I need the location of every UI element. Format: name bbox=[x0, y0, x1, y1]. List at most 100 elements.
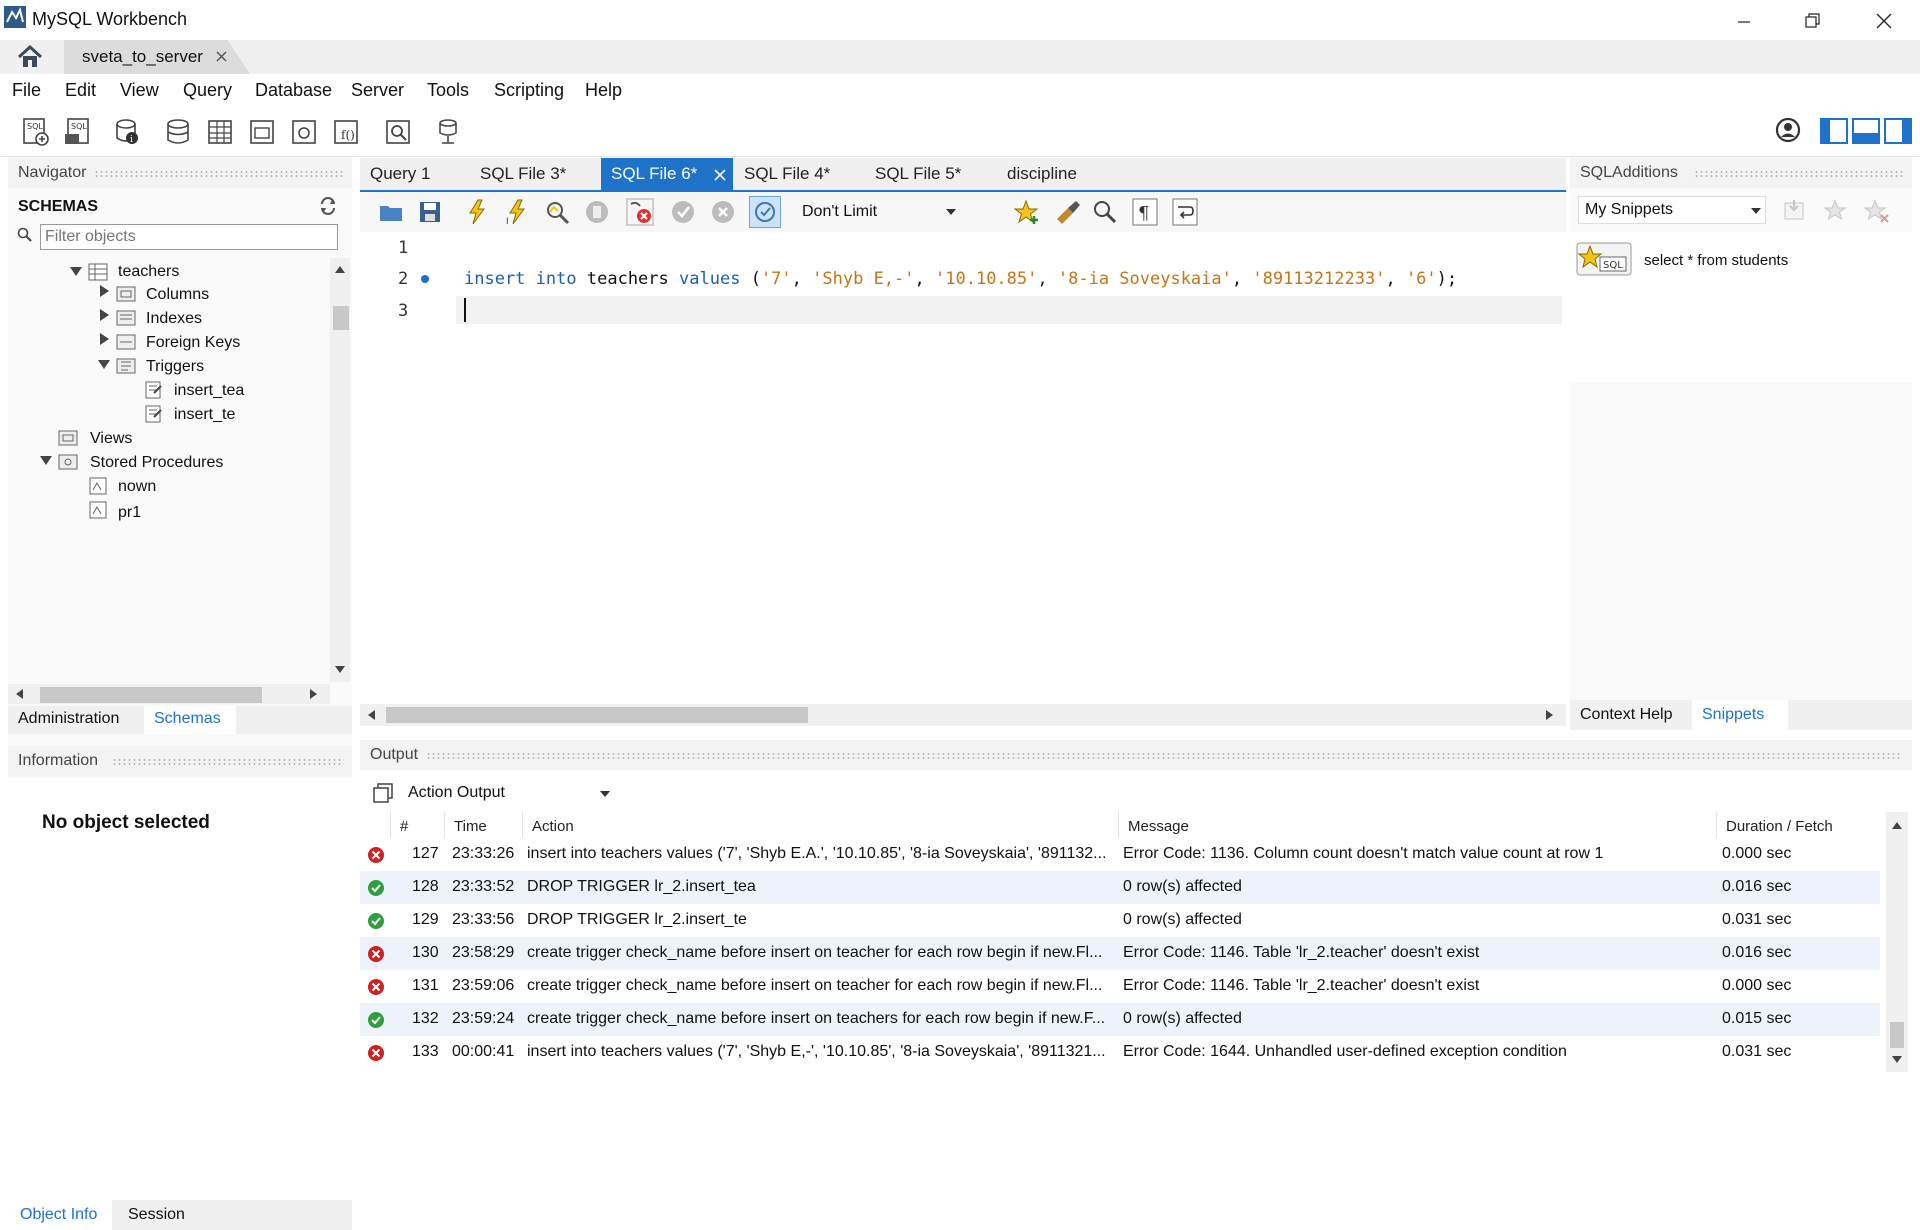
table-row[interactable]: 128 23:33:52 DROP TRIGGER lr_2.insert_te… bbox=[360, 871, 1880, 904]
tab-administration[interactable]: Administration bbox=[18, 710, 119, 728]
menu-tools[interactable]: Tools bbox=[427, 80, 469, 101]
close-icon[interactable] bbox=[214, 49, 230, 65]
copy-icon[interactable] bbox=[372, 782, 394, 804]
scroll-down-arrow-icon[interactable] bbox=[1892, 1056, 1902, 1063]
column-header-message[interactable]: Message bbox=[1128, 818, 1189, 835]
word-wrap-icon[interactable] bbox=[1172, 198, 1198, 226]
close-window-button[interactable] bbox=[1856, 4, 1912, 38]
autocommit-toggle-icon[interactable] bbox=[749, 196, 781, 228]
sql-editor[interactable]: 1 2 3 insert into teachers values ('7', … bbox=[360, 232, 1566, 726]
limit-rows-select[interactable]: Don't Limit bbox=[796, 198, 966, 226]
scrollbar-thumb[interactable] bbox=[40, 687, 262, 703]
beautify-icon[interactable] bbox=[1054, 199, 1082, 225]
tab-session[interactable]: Session bbox=[128, 1206, 185, 1224]
collapse-arrow-icon[interactable] bbox=[40, 456, 52, 465]
refresh-icon[interactable] bbox=[318, 196, 338, 216]
save-icon[interactable] bbox=[418, 200, 442, 224]
menu-scripting[interactable]: Scripting bbox=[494, 80, 564, 101]
scroll-left-arrow-icon[interactable] bbox=[16, 689, 23, 699]
scrollbar-thumb[interactable] bbox=[386, 707, 808, 723]
create-function-icon[interactable]: f() bbox=[330, 116, 362, 148]
search-table-data-icon[interactable] bbox=[382, 116, 414, 148]
tab-object-info[interactable]: Object Info bbox=[8, 1200, 112, 1230]
tab-snippets[interactable]: Snippets bbox=[1692, 700, 1788, 730]
connection-tab[interactable]: sveta_to_server bbox=[64, 40, 250, 74]
inspector-icon[interactable]: i bbox=[112, 116, 144, 148]
tab-discipline[interactable]: discipline bbox=[1007, 158, 1117, 190]
table-row[interactable]: 133 00:00:41 insert into teachers values… bbox=[360, 1036, 1880, 1069]
table-row[interactable]: 127 23:33:26 insert into teachers values… bbox=[360, 838, 1880, 871]
output-mode-select[interactable]: Action Output bbox=[402, 779, 620, 807]
insert-snippet-icon[interactable] bbox=[1782, 198, 1808, 224]
tab-schemas[interactable]: Schemas bbox=[144, 706, 236, 734]
column-header-num[interactable]: # bbox=[400, 818, 408, 835]
reconnect-icon[interactable] bbox=[432, 116, 464, 148]
stop-icon[interactable] bbox=[584, 198, 610, 226]
expand-arrow-icon[interactable] bbox=[100, 333, 109, 345]
execute-statement-icon[interactable]: I bbox=[504, 198, 530, 226]
expand-arrow-icon[interactable] bbox=[100, 285, 109, 297]
menu-query[interactable]: Query bbox=[183, 80, 232, 101]
scrollbar-thumb[interactable] bbox=[333, 306, 349, 330]
commit-icon[interactable] bbox=[670, 198, 696, 226]
menu-database[interactable]: Database bbox=[255, 80, 332, 101]
open-file-icon[interactable] bbox=[378, 200, 404, 224]
table-row[interactable]: 131 23:59:06 create trigger check_name b… bbox=[360, 970, 1880, 1003]
collapse-arrow-icon[interactable] bbox=[98, 360, 110, 369]
create-schema-icon[interactable] bbox=[162, 116, 194, 148]
table-row[interactable]: 132 23:59:24 create trigger check_name b… bbox=[360, 1003, 1880, 1036]
menu-help[interactable]: Help bbox=[585, 80, 622, 101]
menu-view[interactable]: View bbox=[120, 80, 159, 101]
create-procedure-icon[interactable] bbox=[288, 116, 320, 148]
new-sql-tab-icon[interactable]: SQL bbox=[20, 116, 52, 148]
rollback-icon[interactable] bbox=[710, 198, 736, 226]
toggle-secondary-sidebar-icon[interactable] bbox=[1884, 118, 1912, 144]
column-header-action[interactable]: Action bbox=[532, 818, 574, 835]
expand-arrow-icon[interactable] bbox=[70, 267, 82, 276]
tree-item-triggers[interactable]: Triggers bbox=[146, 358, 204, 376]
add-snippet-icon[interactable] bbox=[1014, 198, 1042, 226]
explain-icon[interactable] bbox=[544, 199, 572, 225]
find-icon[interactable] bbox=[1092, 199, 1118, 225]
table-row[interactable]: 129 23:33:56 DROP TRIGGER lr_2.insert_te… bbox=[360, 904, 1880, 937]
expand-arrow-icon[interactable] bbox=[100, 309, 109, 321]
scroll-right-arrow-icon[interactable] bbox=[1546, 710, 1553, 720]
scrollbar-thumb[interactable] bbox=[1890, 1022, 1904, 1048]
scroll-up-arrow-icon[interactable] bbox=[1892, 822, 1902, 829]
scroll-right-arrow-icon[interactable] bbox=[310, 689, 317, 699]
toggle-sidebar-icon[interactable] bbox=[1820, 118, 1848, 144]
toggle-error-stop-icon[interactable] bbox=[626, 198, 654, 226]
minimize-button[interactable] bbox=[1716, 4, 1772, 38]
tab-query-1[interactable]: Query 1 bbox=[370, 158, 450, 190]
tree-item-trigger[interactable]: insert_tea bbox=[174, 382, 244, 400]
tree-item-columns[interactable]: Columns bbox=[146, 286, 209, 304]
tree-item-stored-procedures[interactable]: Stored Procedures bbox=[90, 454, 223, 472]
help-icon[interactable] bbox=[1774, 116, 1802, 144]
table-row[interactable]: 130 23:58:29 create trigger check_name b… bbox=[360, 937, 1880, 970]
toggle-output-icon[interactable] bbox=[1852, 118, 1880, 144]
tree-item-indexes[interactable]: Indexes bbox=[146, 310, 202, 328]
delete-snippet-icon[interactable] bbox=[1864, 198, 1890, 224]
tree-item-teachers[interactable]: teachers bbox=[118, 263, 179, 281]
tree-item-procedure[interactable]: pr1 bbox=[118, 504, 141, 522]
create-table-icon[interactable] bbox=[204, 116, 236, 148]
invisible-chars-icon[interactable]: ¶ bbox=[1132, 198, 1158, 226]
tab-sql-file-4[interactable]: SQL File 4* bbox=[744, 158, 854, 190]
scroll-up-arrow-icon[interactable] bbox=[335, 266, 345, 273]
snippets-select[interactable]: My Snippets bbox=[1578, 196, 1766, 224]
output-vertical-scrollbar[interactable] bbox=[1886, 812, 1908, 1072]
tree-horizontal-scrollbar[interactable] bbox=[8, 684, 330, 704]
tab-sql-file-3[interactable]: SQL File 3* bbox=[480, 158, 590, 190]
menu-server[interactable]: Server bbox=[351, 80, 404, 101]
scroll-down-arrow-icon[interactable] bbox=[335, 666, 345, 673]
tree-item-trigger[interactable]: insert_te bbox=[174, 406, 235, 424]
close-icon[interactable] bbox=[713, 168, 727, 182]
home-icon[interactable] bbox=[16, 44, 44, 70]
tree-item-foreign-keys[interactable]: Foreign Keys bbox=[146, 334, 240, 352]
tab-sql-file-5[interactable]: SQL File 5* bbox=[875, 158, 985, 190]
tree-item-views[interactable]: Views bbox=[90, 430, 132, 448]
column-header-duration[interactable]: Duration / Fetch bbox=[1726, 818, 1833, 835]
tree-item-procedure[interactable]: nown bbox=[118, 478, 156, 496]
create-view-icon[interactable] bbox=[246, 116, 278, 148]
open-sql-script-icon[interactable]: SQL bbox=[62, 116, 94, 148]
